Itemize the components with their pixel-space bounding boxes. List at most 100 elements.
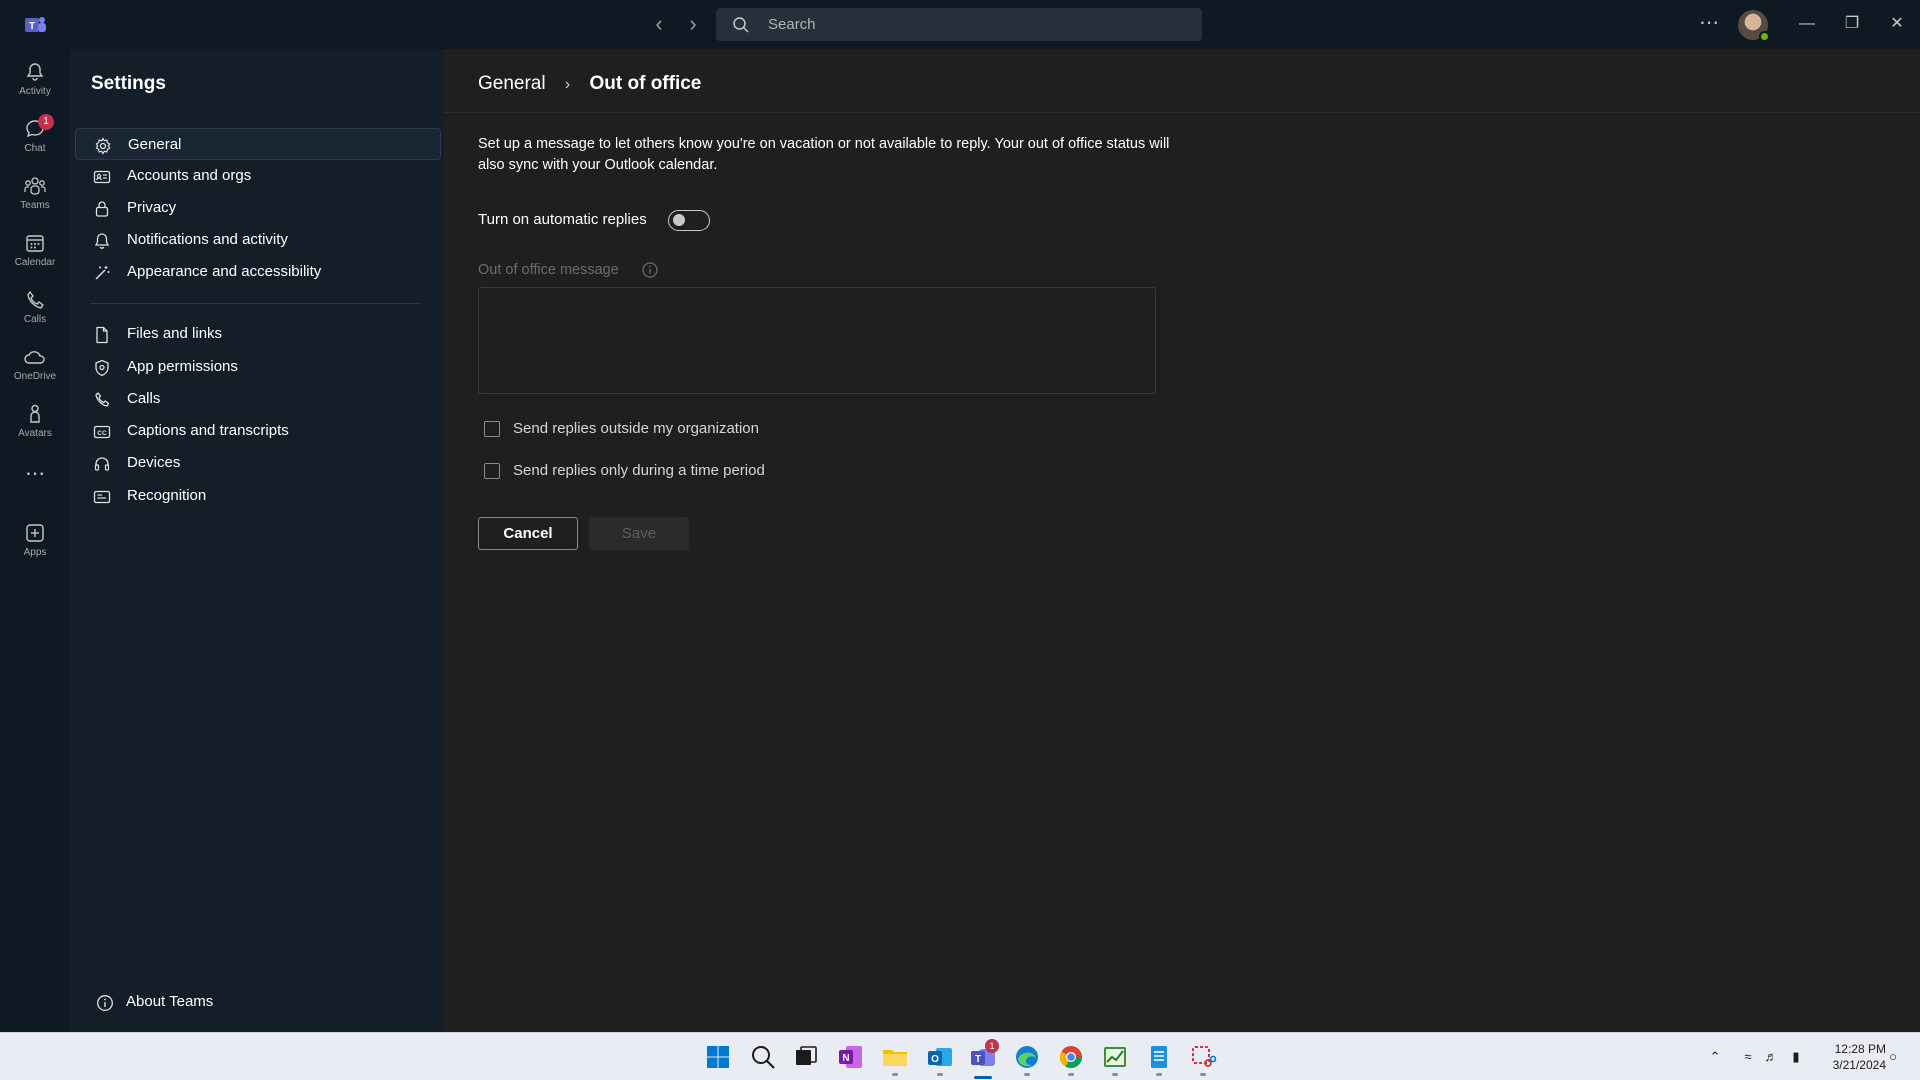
search-placeholder: Search xyxy=(768,16,816,33)
settings-item-privacy[interactable]: Privacy xyxy=(75,192,441,224)
presence-available-icon xyxy=(1759,31,1770,42)
notepad-icon[interactable] xyxy=(1144,1042,1174,1072)
minimize-icon[interactable]: — xyxy=(1792,10,1822,38)
rail-label: Teams xyxy=(20,200,50,211)
wifi-icon[interactable]: ≈ xyxy=(1740,1049,1756,1065)
close-icon[interactable]: ✕ xyxy=(1882,10,1912,38)
cloud-icon xyxy=(24,351,45,364)
avatar-figure-icon xyxy=(30,404,40,423)
search-input[interactable]: Search xyxy=(716,8,1202,41)
settings-item-label: Devices xyxy=(127,454,181,471)
clock-date: 3/21/2024 xyxy=(1832,1058,1886,1072)
settings-item-appearance[interactable]: Appearance and accessibility xyxy=(75,256,441,288)
svg-text:T: T xyxy=(29,21,35,32)
rail-label: Apps xyxy=(23,547,47,558)
battery-icon[interactable]: ▮ xyxy=(1788,1049,1804,1065)
task-view-icon[interactable] xyxy=(791,1042,821,1072)
rail-item-teams[interactable]: Teams xyxy=(0,169,70,223)
rail-item-activity[interactable]: Activity xyxy=(0,55,70,109)
breadcrumb-parent[interactable]: General xyxy=(478,73,546,94)
running-indicator xyxy=(1112,1073,1118,1076)
rail-label: Avatars xyxy=(18,428,52,439)
svg-text:T: T xyxy=(975,1054,981,1065)
teams-logo-icon[interactable]: T xyxy=(22,12,48,38)
automatic-replies-label: Turn on automatic replies xyxy=(478,211,647,228)
save-button[interactable]: Save xyxy=(589,517,689,550)
out-of-office-message-label: Out of office message xyxy=(478,262,619,278)
chevron-right-icon: › xyxy=(564,76,571,93)
phone-icon xyxy=(27,291,44,309)
info-icon[interactable] xyxy=(641,261,659,279)
automatic-replies-toggle[interactable] xyxy=(668,210,710,231)
chat-unread-badge: 1 xyxy=(38,114,54,130)
gear-icon xyxy=(95,137,111,155)
forward-arrow-icon[interactable]: › xyxy=(680,12,706,38)
rail-label: Activity xyxy=(19,86,51,97)
settings-item-accounts-and-orgs[interactable]: Accounts and orgs xyxy=(75,160,441,192)
settings-item-label: Files and links xyxy=(127,325,223,342)
settings-item-app-permissions[interactable]: App permissions xyxy=(75,351,441,383)
rail-item-chat[interactable]: 1 Chat xyxy=(0,112,70,166)
cancel-button[interactable]: Cancel xyxy=(478,517,578,550)
settings-item-label: Appearance and accessibility xyxy=(127,263,322,280)
send-time-period-label: Send replies only during a time period xyxy=(513,462,765,479)
settings-item-label: Privacy xyxy=(127,199,177,216)
header-divider xyxy=(444,112,1920,113)
out-of-office-description: Set up a message to let others know you'… xyxy=(478,136,1170,173)
clock[interactable]: 12:28 PM 3/21/2024 xyxy=(1816,1041,1886,1073)
settings-item-files-and-links[interactable]: Files and links xyxy=(75,318,441,350)
settings-item-recognition[interactable]: Recognition xyxy=(75,480,441,512)
volume-icon[interactable]: ♬ xyxy=(1763,1049,1779,1065)
teams-taskbar-badge: 1 xyxy=(985,1039,999,1053)
settings-item-notifications[interactable]: Notifications and activity xyxy=(75,224,441,256)
settings-item-label: General xyxy=(128,136,182,153)
out-of-office-message-field[interactable] xyxy=(478,287,1156,394)
settings-item-label: App permissions xyxy=(127,358,238,375)
svg-text:CC: CC xyxy=(97,430,107,437)
restore-icon[interactable]: ❐ xyxy=(1837,10,1867,38)
settings-item-calls[interactable]: Calls xyxy=(75,383,441,415)
send-outside-org-checkbox[interactable] xyxy=(484,421,500,437)
windows-taskbar: N O T 1 ⌃ ≈ ♬ ▮ 12:28 PM 3/21/2024 ○ xyxy=(0,1032,1920,1080)
rail-item-onedrive[interactable]: OneDrive xyxy=(0,340,70,394)
more-options-icon[interactable]: ⋯ xyxy=(1696,10,1722,38)
chart-app-icon[interactable] xyxy=(1100,1042,1130,1072)
settings-item-label: Recognition xyxy=(127,487,207,504)
snipping-tool-icon[interactable] xyxy=(1188,1042,1218,1072)
settings-item-devices[interactable]: Devices xyxy=(75,447,441,479)
back-arrow-icon[interactable]: ‹ xyxy=(646,12,672,38)
rail-item-avatars[interactable]: Avatars xyxy=(0,397,70,451)
more-apps-icon[interactable]: ⋯ xyxy=(0,462,70,488)
avatar[interactable] xyxy=(1738,10,1770,42)
edge-icon[interactable] xyxy=(1012,1042,1042,1072)
settings-item-captions[interactable]: CC Captions and transcripts xyxy=(75,415,441,447)
onenote-icon[interactable]: N xyxy=(836,1042,866,1072)
rail-item-calls[interactable]: Calls xyxy=(0,283,70,337)
about-teams-label: About Teams xyxy=(126,993,214,1010)
bell-icon xyxy=(26,63,44,81)
search-icon xyxy=(733,17,749,33)
running-indicator xyxy=(1156,1073,1162,1076)
windows-start-icon[interactable] xyxy=(703,1042,733,1072)
active-app-indicator xyxy=(974,1076,992,1079)
clock-time: 12:28 PM xyxy=(1834,1042,1886,1056)
rail-label: Calls xyxy=(23,314,47,325)
send-time-period-checkbox[interactable] xyxy=(484,463,500,479)
magic-wand-icon xyxy=(95,266,110,280)
id-card-icon xyxy=(93,170,111,184)
settings-item-general[interactable]: General xyxy=(75,128,441,160)
chrome-icon[interactable] xyxy=(1056,1042,1086,1072)
phone-icon xyxy=(95,392,110,407)
rail-item-calendar[interactable]: Calendar xyxy=(0,226,70,280)
outlook-icon[interactable]: O xyxy=(925,1042,955,1072)
rail-item-apps[interactable]: Apps xyxy=(0,516,70,570)
file-explorer-icon[interactable] xyxy=(880,1042,910,1072)
shield-icon xyxy=(95,359,109,377)
settings-divider xyxy=(90,303,420,304)
notification-bell-icon[interactable]: ○ xyxy=(1885,1049,1901,1065)
show-hidden-icons-chevron-icon[interactable]: ⌃ xyxy=(1707,1049,1723,1065)
taskbar-search-icon[interactable] xyxy=(748,1042,778,1072)
rail-label: OneDrive xyxy=(13,371,57,382)
title-bar: T ‹ › Search ⋯ — ❐ ✕ xyxy=(0,0,1920,49)
settings-pane: Settings General Accounts and orgs Priva… xyxy=(70,49,444,1032)
